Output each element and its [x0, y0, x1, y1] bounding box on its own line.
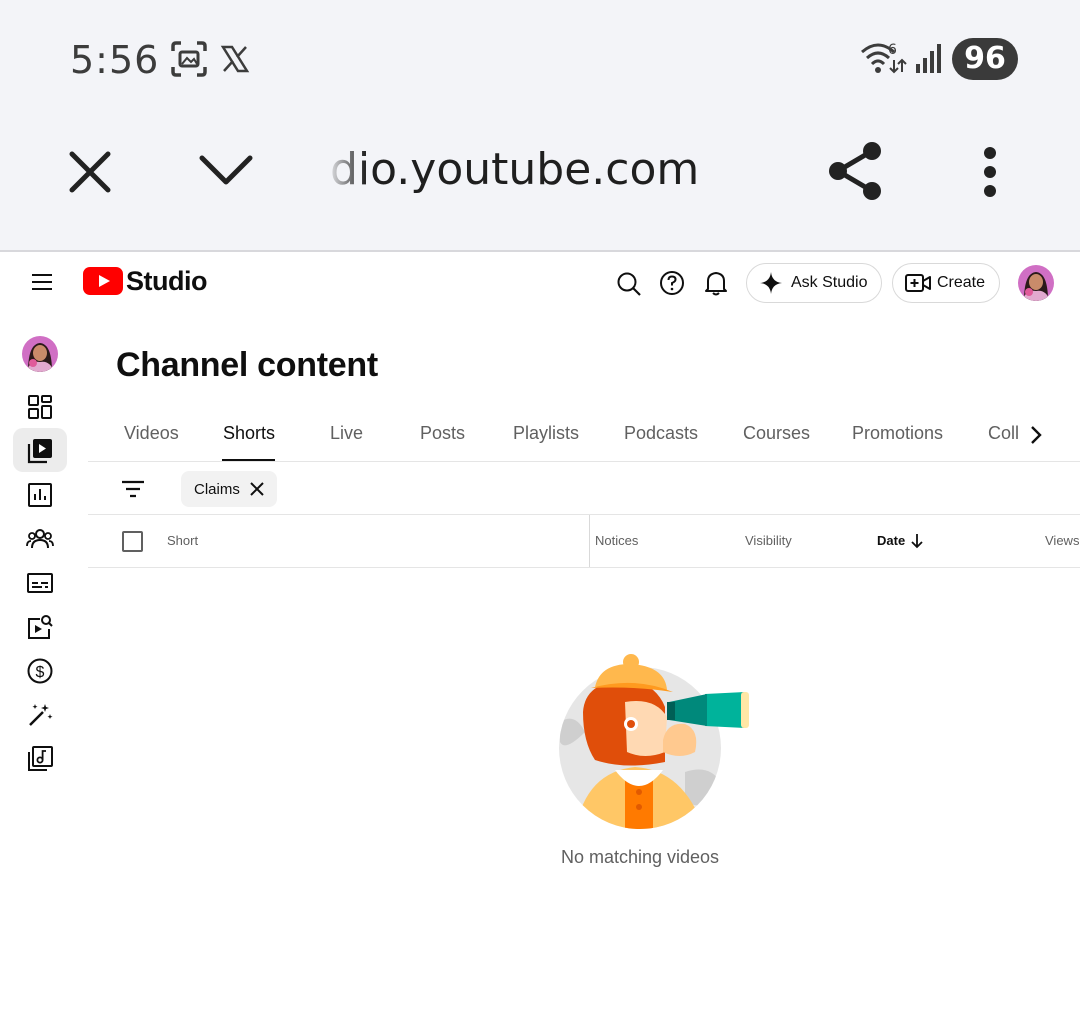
column-notices: Notices	[595, 533, 639, 548]
page-title: Channel content	[116, 346, 378, 384]
notifications-icon[interactable]	[704, 269, 728, 297]
column-resize-divider[interactable]	[589, 515, 590, 567]
wifi-icon: 6	[861, 42, 907, 74]
create-button[interactable]: Create	[892, 263, 1000, 303]
more-vert-icon[interactable]	[980, 146, 1000, 198]
ask-studio-button[interactable]: Ask Studio	[746, 263, 882, 303]
content-icon[interactable]	[26, 437, 54, 465]
tab-posts[interactable]: Posts	[420, 423, 465, 444]
claims-chip-label: Claims	[194, 480, 240, 498]
status-bar: 5:56 6 96	[0, 0, 1080, 120]
customization-icon[interactable]	[26, 701, 54, 729]
filter-divider	[88, 514, 1080, 515]
create-label: Create	[937, 274, 986, 291]
tab-shorts[interactable]: Shorts	[223, 423, 275, 444]
close-icon[interactable]	[68, 150, 112, 194]
tab-promotions[interactable]: Promotions	[852, 423, 943, 444]
tab-live[interactable]: Live	[330, 423, 363, 444]
subtitles-icon[interactable]	[26, 569, 54, 597]
studio-logo-text[interactable]: Studio	[126, 266, 207, 297]
sort-arrow-down-icon[interactable]	[910, 533, 924, 549]
claims-filter-chip[interactable]: Claims	[181, 471, 277, 507]
dashboard-icon[interactable]	[26, 393, 54, 421]
tabs-divider	[88, 461, 1080, 462]
community-icon[interactable]	[26, 525, 54, 553]
analytics-icon[interactable]	[26, 481, 54, 509]
header-divider	[88, 567, 1080, 568]
remove-filter-icon[interactable]	[249, 481, 265, 497]
empty-state-illustration	[559, 654, 749, 829]
tab-courses[interactable]: Courses	[743, 423, 810, 444]
copyright-icon[interactable]	[26, 613, 54, 641]
select-all-checkbox[interactable]	[122, 531, 143, 552]
tab-playlists[interactable]: Playlists	[513, 423, 579, 444]
tab-podcasts[interactable]: Podcasts	[624, 423, 698, 444]
url-fade	[326, 140, 366, 200]
column-views[interactable]: Views	[1045, 533, 1079, 548]
filter-icon[interactable]	[120, 478, 146, 500]
empty-state-message: No matching videos	[560, 847, 720, 867]
address-bar-url[interactable]: dio.youtube.com	[330, 144, 699, 195]
column-short[interactable]: Short	[167, 533, 198, 548]
tab-collaborations[interactable]: Coll	[988, 423, 1018, 444]
screenshot-icon	[171, 41, 207, 77]
help-icon[interactable]	[659, 270, 685, 296]
ask-studio-label: Ask Studio	[791, 274, 868, 291]
audio-library-icon[interactable]	[26, 745, 54, 773]
channel-avatar[interactable]	[22, 336, 58, 372]
sparkle-icon	[760, 272, 782, 294]
chevron-right-icon[interactable]	[1026, 424, 1046, 446]
youtube-logo-icon[interactable]	[83, 267, 123, 295]
status-time: 5:56	[70, 38, 160, 82]
x-logo-icon	[220, 45, 250, 73]
create-video-icon	[905, 274, 931, 292]
column-date[interactable]: Date	[877, 533, 905, 548]
chevron-down-icon[interactable]	[198, 154, 254, 188]
svg-text:$: $	[36, 664, 45, 681]
tab-videos[interactable]: Videos	[124, 423, 179, 444]
account-avatar[interactable]	[1018, 265, 1054, 301]
svg-text:6: 6	[888, 42, 897, 58]
share-icon[interactable]	[826, 140, 884, 202]
menu-icon[interactable]	[30, 272, 54, 292]
signal-icon	[916, 44, 941, 73]
column-visibility: Visibility	[745, 533, 792, 548]
search-icon[interactable]	[616, 271, 642, 297]
earn-icon[interactable]: $	[26, 657, 54, 685]
battery-indicator: 96	[952, 38, 1018, 80]
